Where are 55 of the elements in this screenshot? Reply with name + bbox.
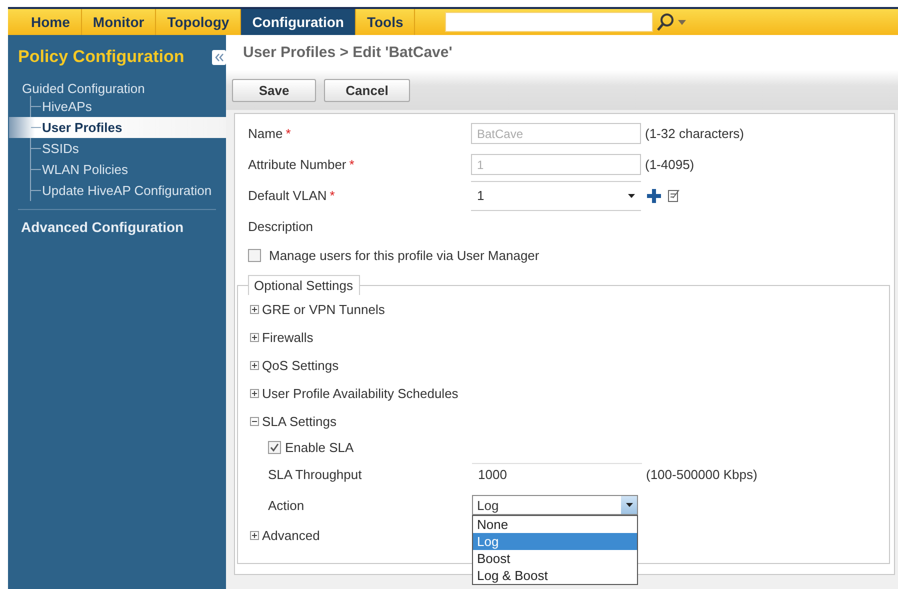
field-hint: (1-32 characters) [644, 126, 745, 141]
search-field[interactable] [445, 12, 654, 32]
dropdown-option[interactable]: None [473, 516, 637, 533]
toolbar-button[interactable]: Save [232, 79, 316, 102]
expand-box-icon[interactable] [250, 388, 259, 398]
section-header[interactable]: GRE or VPN Tunnels [262, 302, 385, 316]
expand-box-icon[interactable] [250, 360, 259, 370]
caret-icon [628, 194, 635, 198]
sidebar-item[interactable]: SSIDs [41, 141, 79, 156]
sidebar-title: Policy Configuration [18, 47, 184, 67]
required-mark: * [284, 126, 291, 141]
section-header[interactable]: User Profile Availability Schedules [262, 386, 458, 400]
dropdown[interactable]: Log [472, 495, 638, 515]
field-label: Default VLAN [248, 188, 327, 203]
expand-box-icon[interactable] [250, 332, 259, 342]
breadcrumb: User Profiles > Edit 'BatCave' [243, 44, 452, 61]
section-header[interactable]: Firewalls [262, 330, 314, 344]
section-header[interactable]: Advanced [262, 528, 320, 542]
add-icon[interactable] [647, 188, 661, 202]
field-hint: (1-4095) [644, 157, 696, 172]
field-hint: (100-500000 Kbps) [645, 466, 758, 482]
field-label: Attribute Number [248, 157, 346, 172]
required-mark: * [348, 157, 354, 172]
sidebar-item[interactable]: Update HiveAP Configuration [41, 183, 212, 198]
expand-box-icon[interactable] [250, 530, 259, 540]
search-icon[interactable] [657, 13, 674, 31]
checkbox[interactable] [248, 249, 261, 262]
section-legend: Optional Settings [248, 275, 360, 295]
required-mark: * [328, 188, 335, 203]
field-label: Action [268, 498, 306, 512]
section-header[interactable]: SLA Settings [262, 414, 336, 428]
dropdown-option[interactable]: Log [473, 533, 637, 550]
field-label: Name [248, 126, 283, 141]
checkbox[interactable] [268, 440, 281, 454]
nav-tab[interactable]: Configuration [241, 9, 356, 35]
dropdown-option[interactable]: Log & Boost [473, 567, 637, 584]
field-label: Description [248, 219, 314, 234]
input-field[interactable]: 1000 [472, 463, 642, 485]
field-label: SLA Throughput [268, 466, 363, 482]
section-header[interactable]: QoS Settings [262, 358, 339, 372]
dropdown-option[interactable]: Boost [473, 550, 637, 567]
sidebar-item[interactable]: HiveAPs [41, 99, 92, 114]
collapse-icon[interactable] [212, 50, 226, 64]
toolbar-button[interactable]: Cancel [324, 79, 410, 102]
edit-icon[interactable] [668, 188, 680, 202]
checkbox-label: Enable SLA [285, 440, 354, 454]
sidebar-group[interactable]: Guided Configuration [8, 70, 226, 96]
caret-icon [626, 503, 632, 507]
select-field[interactable]: 1 [471, 180, 641, 210]
checkbox-label: Manage users for this profile via User Manager [269, 248, 540, 263]
collapse-box-icon[interactable] [250, 416, 259, 426]
caret-icon[interactable] [678, 20, 686, 24]
sidebar-group[interactable]: Advanced Configuration [8, 210, 226, 235]
expand-box-icon[interactable] [250, 304, 259, 314]
sidebar-item[interactable]: WLAN Policies [41, 162, 128, 177]
